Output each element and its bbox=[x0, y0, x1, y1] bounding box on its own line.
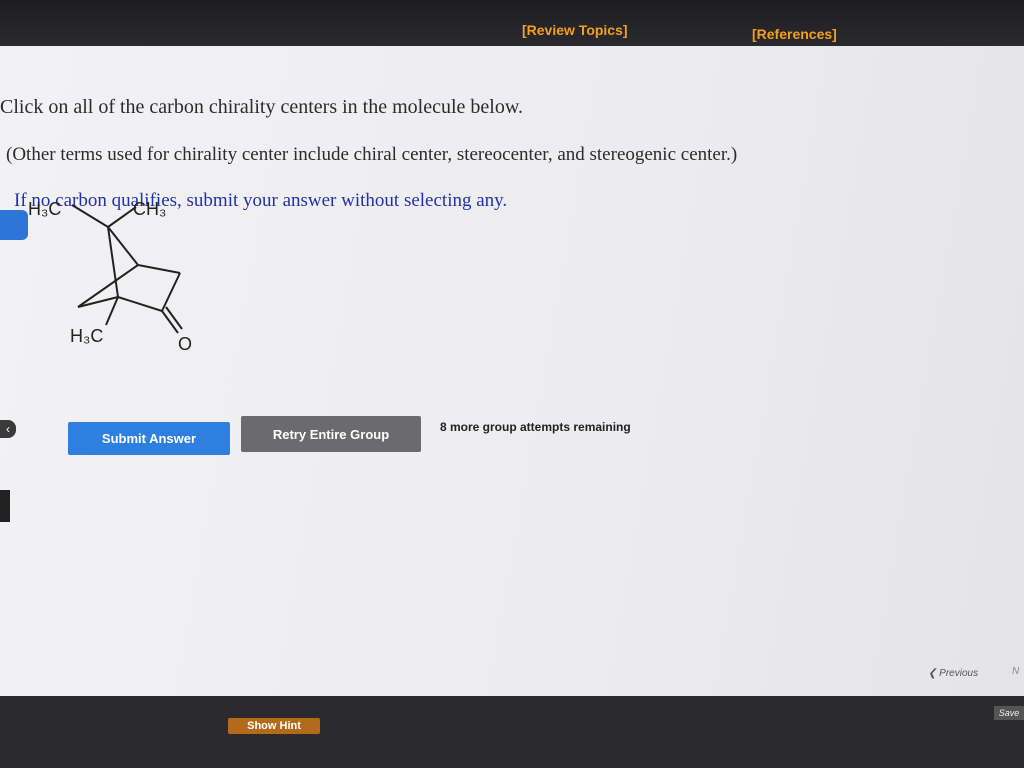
left-edge-marker bbox=[0, 490, 10, 522]
question-prompt: Click on all of the carbon chirality cen… bbox=[0, 96, 523, 118]
previous-label: Previous bbox=[939, 668, 979, 679]
previous-link[interactable]: ❮ Previous bbox=[928, 668, 978, 679]
retry-entire-group-button[interactable]: Retry Entire Group bbox=[241, 416, 421, 452]
attempts-remaining-text: 8 more group attempts remaining bbox=[440, 420, 631, 434]
chevron-left-icon: ❮ bbox=[928, 668, 937, 679]
save-button[interactable]: Save bbox=[994, 706, 1024, 720]
methyl-label-top-right: CH₃ bbox=[133, 199, 166, 219]
question-terms-note: (Other terms used for chirality center i… bbox=[6, 144, 738, 165]
back-arrow-tab[interactable]: ‹ bbox=[0, 420, 16, 438]
oxygen-label: O bbox=[178, 334, 192, 354]
bottom-bar bbox=[0, 696, 1024, 768]
references-link[interactable]: [References] bbox=[752, 26, 837, 42]
next-link[interactable]: N bbox=[1012, 666, 1019, 677]
methyl-label-top-left: H₃C bbox=[28, 199, 61, 219]
review-topics-link[interactable]: [Review Topics] bbox=[522, 22, 628, 38]
show-hint-button[interactable]: Show Hint bbox=[228, 718, 320, 734]
submit-answer-button[interactable]: Submit Answer bbox=[68, 422, 230, 455]
molecule-bonds bbox=[71, 204, 183, 334]
question-content-area: Click on all of the carbon chirality cen… bbox=[0, 46, 1024, 696]
chevron-left-icon: ‹ bbox=[6, 422, 10, 436]
molecule-structure[interactable]: H₃C CH₃ H₃C O bbox=[20, 185, 220, 355]
methyl-label-bottom: H₃C bbox=[70, 326, 103, 346]
top-navigation-bar: [Review Topics] [References] bbox=[0, 0, 1024, 46]
